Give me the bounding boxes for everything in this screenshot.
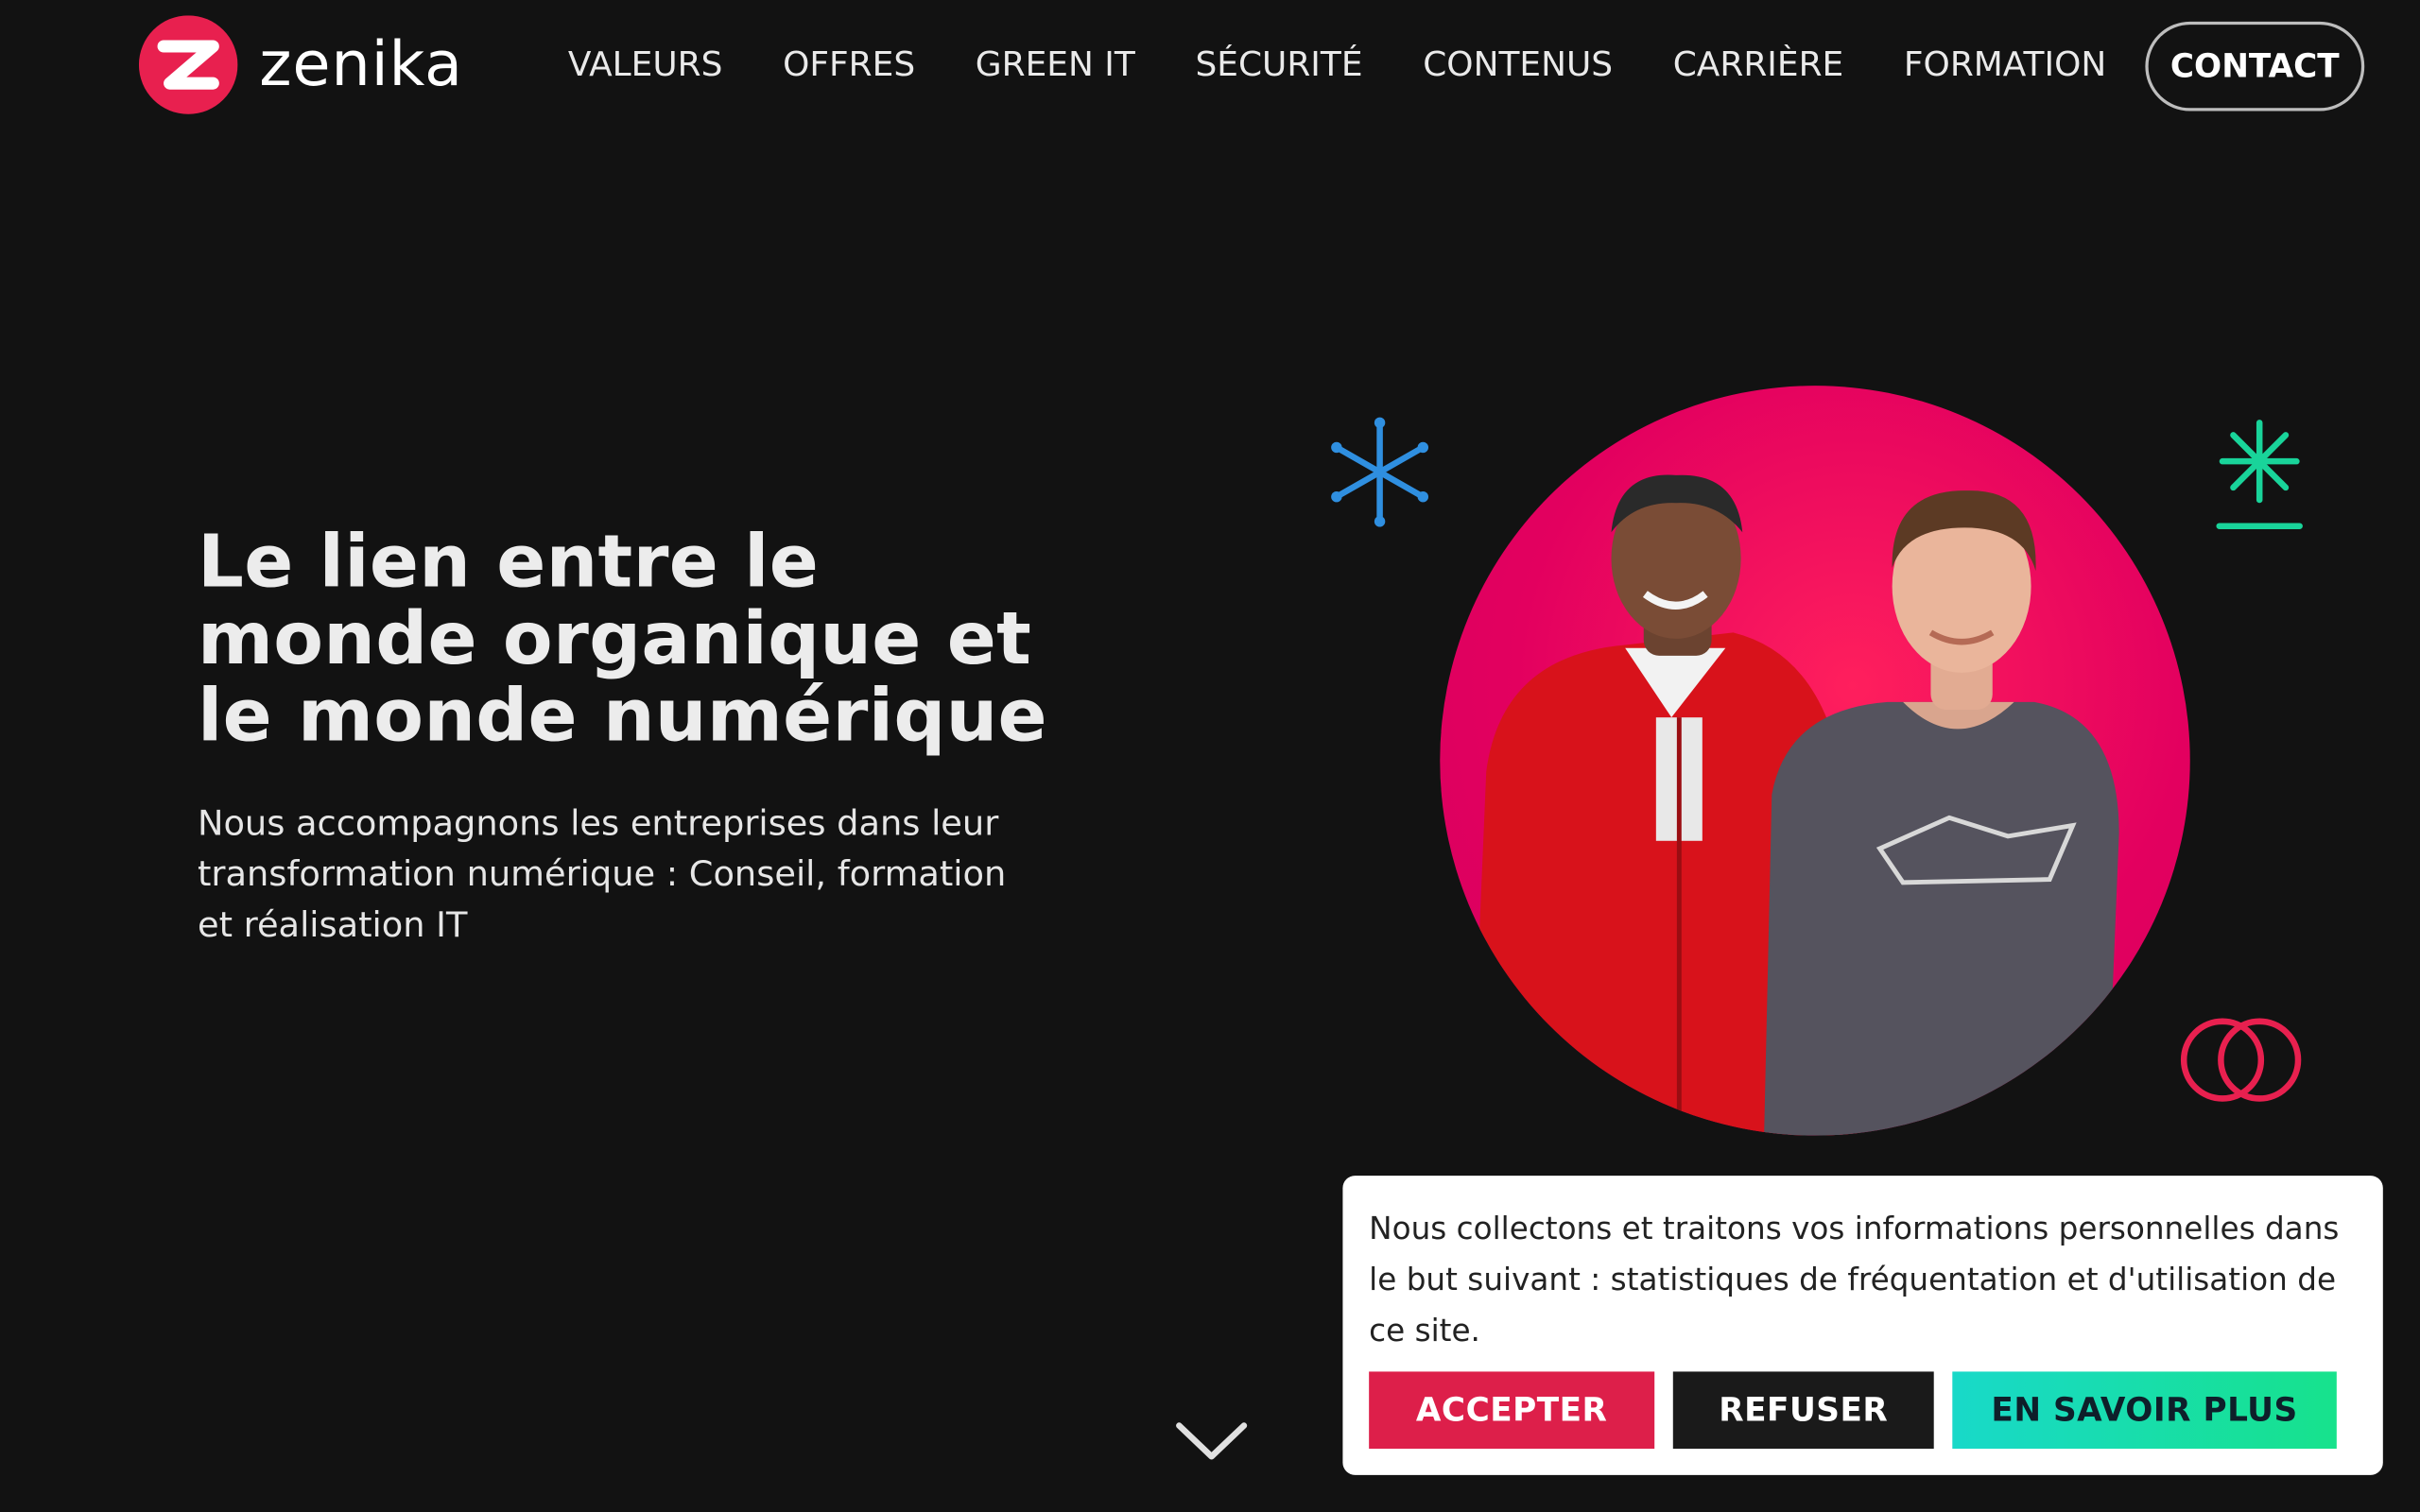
cookie-text: Nous collectons et traitons vos informat…: [1369, 1203, 2357, 1356]
hero-title-line: Le lien entre le: [197, 520, 820, 605]
site-header: zenika VALEURS OFFRES GREEN IT SÉCURITÉ …: [0, 0, 2420, 136]
hero-title-line: le monde numérique: [197, 674, 1047, 760]
hero-subtitle-line: transformation numérique : Conseil, form…: [197, 854, 1007, 895]
nav-item-contenus[interactable]: CONTENUS: [1423, 44, 1613, 88]
hero-title-line: monde organique et: [197, 596, 1032, 682]
linked-circles-icon: [2180, 1018, 2302, 1102]
cookie-banner: Nous collectons et traitons vos informat…: [1342, 1176, 2383, 1475]
nav-item-carriere[interactable]: CARRIÈRE: [1673, 44, 1844, 88]
cookie-text-line: Nous collectons et traitons vos informat…: [1369, 1209, 2340, 1247]
hero-title: Le lien entre le monde organique et le m…: [198, 524, 1062, 756]
hero-subtitle-line: et réalisation IT: [197, 905, 468, 946]
hero-subtitle-line: Nous accompagnons les entreprises dans l…: [197, 803, 999, 845]
nav-item-green-it[interactable]: GREEN IT: [976, 44, 1135, 88]
refuse-button[interactable]: REFUSER: [1672, 1371, 1934, 1450]
team-photo-illustration: [1470, 474, 2119, 1136]
cookie-text-line: le but suivant : statistiques de fréquen…: [1369, 1260, 2337, 1298]
page: zenika VALEURS OFFRES GREEN IT SÉCURITÉ …: [0, 0, 2420, 1512]
learn-more-button[interactable]: EN SAVOIR PLUS: [1952, 1371, 2337, 1450]
logo-wordmark: zenika: [259, 29, 463, 101]
nav-item-formation[interactable]: FORMATION: [1904, 44, 2106, 88]
zenika-logo[interactable]: zenika: [138, 14, 478, 116]
zenika-logo-icon: [138, 15, 238, 114]
main-nav: VALEURS OFFRES GREEN IT SÉCURITÉ CONTENU…: [568, 44, 2167, 88]
nav-item-offres[interactable]: OFFRES: [783, 44, 915, 88]
contact-button[interactable]: CONTACT: [2145, 21, 2365, 112]
chevron-down-icon[interactable]: [1173, 1417, 1251, 1463]
nav-item-securite[interactable]: SÉCURITÉ: [1195, 44, 1362, 88]
cookie-actions: ACCEPTER REFUSER EN SAVOIR PLUS: [1369, 1371, 2337, 1450]
snowflake-icon: [1331, 417, 1429, 527]
accept-button[interactable]: ACCEPTER: [1369, 1371, 1655, 1450]
nav-item-valeurs[interactable]: VALEURS: [568, 44, 723, 88]
cookie-text-line: ce site.: [1369, 1311, 1480, 1349]
asterisk-underline-icon: [2216, 420, 2303, 529]
hero-subtitle: Nous accompagnons les entreprises dans l…: [198, 799, 1062, 953]
team-photo: [1440, 386, 2190, 1136]
